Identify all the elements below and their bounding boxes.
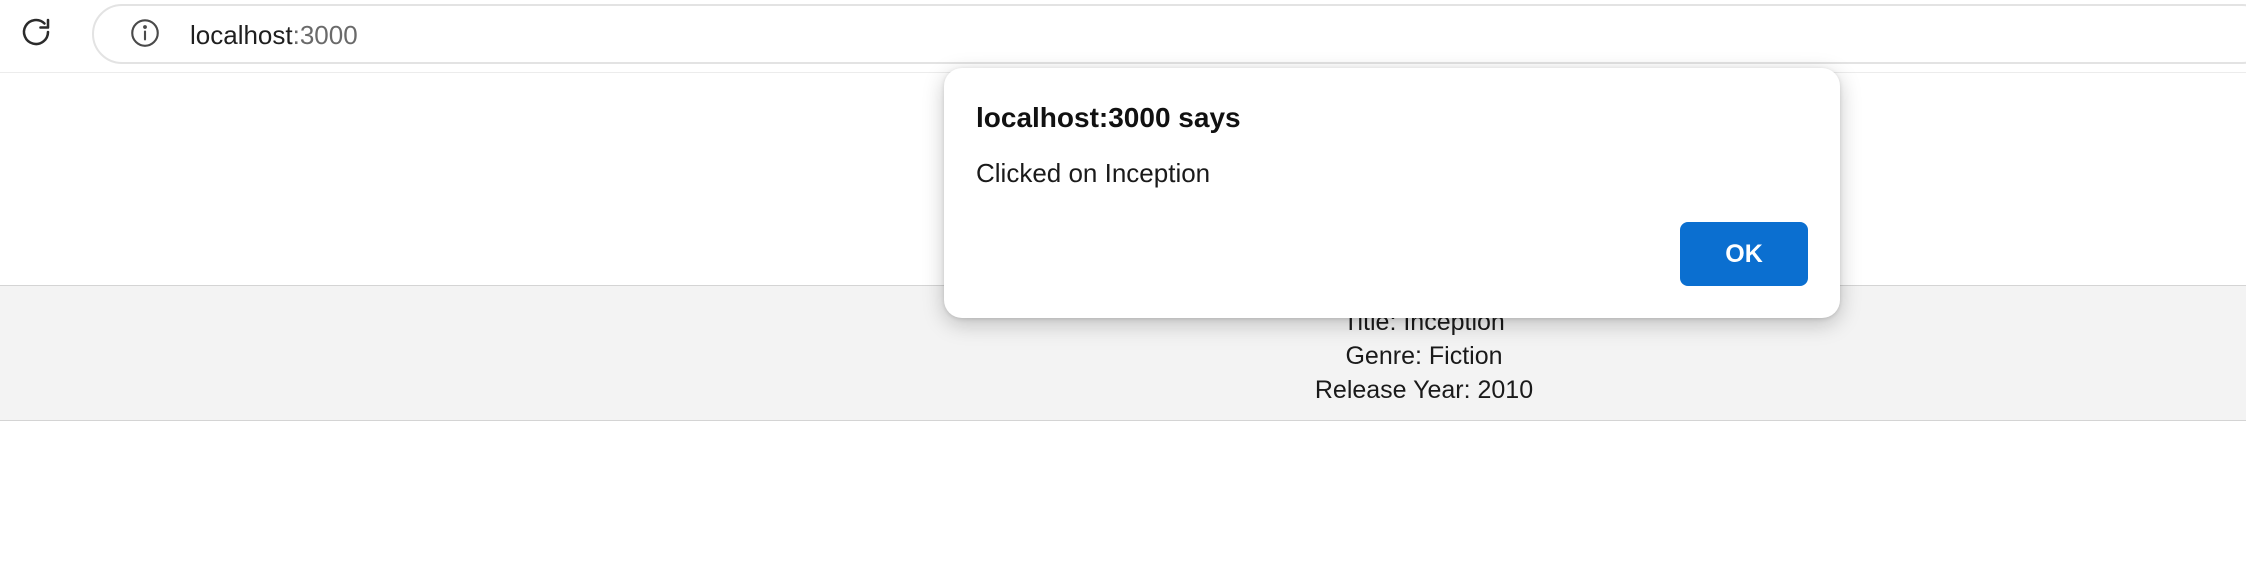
movie-genre-line: Genre: Fiction bbox=[0, 340, 2246, 372]
info-icon bbox=[128, 16, 162, 55]
reload-button[interactable] bbox=[12, 10, 60, 58]
movie-genre-value: Fiction bbox=[1428, 342, 1503, 370]
url-text[interactable]: localhost:3000 bbox=[190, 19, 358, 51]
movie-year-label: Release Year: bbox=[1314, 376, 1471, 404]
address-bar[interactable]: localhost:3000 bbox=[92, 4, 2246, 64]
alert-dialog: localhost:3000 says Clicked on Inception… bbox=[944, 68, 1840, 318]
site-info-button[interactable] bbox=[126, 16, 164, 54]
reload-icon bbox=[18, 14, 54, 55]
dialog-title: localhost:3000 says bbox=[976, 102, 1241, 133]
url-host: localhost bbox=[190, 20, 293, 50]
browser-toolbar: localhost:3000 bbox=[0, 0, 2246, 72]
url-port: :3000 bbox=[292, 20, 358, 50]
movie-year-line: Release Year: 2010 bbox=[0, 374, 2246, 406]
movie-genre-label: Genre: bbox=[1345, 342, 1422, 370]
dialog-message: Clicked on Inception bbox=[976, 158, 1211, 188]
movie-year-value: 2010 bbox=[1477, 376, 1534, 404]
ok-button[interactable]: OK bbox=[1680, 222, 1808, 286]
